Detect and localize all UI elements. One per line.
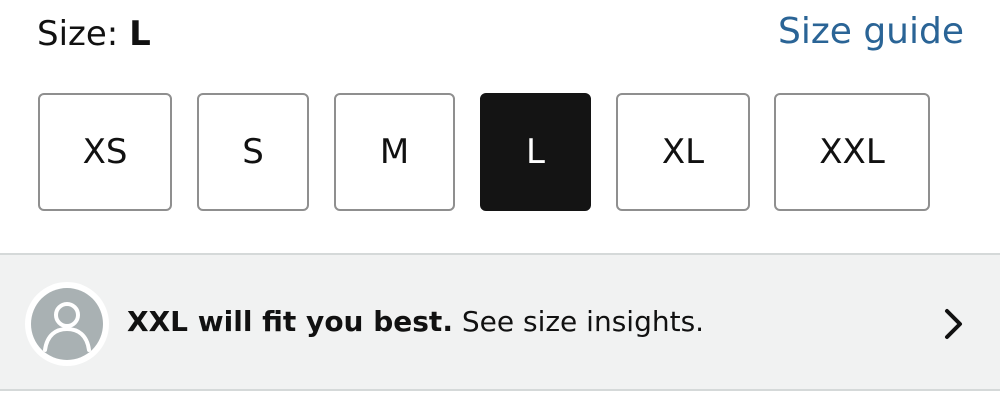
user-avatar-icon [31, 288, 103, 360]
avatar [25, 282, 109, 366]
size-option-xxl[interactable]: XXL [774, 93, 930, 211]
size-option-xs[interactable]: XS [38, 93, 172, 211]
size-guide-link[interactable]: Size guide [778, 8, 964, 56]
size-label: Size: L [37, 10, 151, 58]
chevron-right-icon[interactable] [942, 307, 966, 341]
bottom-spacer [0, 391, 1000, 410]
size-option-l[interactable]: L [480, 93, 591, 211]
size-selector: Size: L Size guide XS S M L XL XXL [0, 0, 1000, 253]
size-label-prefix: Size: [37, 14, 130, 54]
size-insights-banner[interactable]: XXL will fit you best. See size insights… [0, 253, 1000, 391]
size-option-xl[interactable]: XL [616, 93, 750, 211]
fit-recommendation: XXL will fit you best. [127, 305, 453, 338]
size-option-s[interactable]: S [197, 93, 309, 211]
selected-size-value: L [129, 14, 151, 54]
see-size-insights-link[interactable]: See size insights. [453, 305, 704, 338]
size-option-m[interactable]: M [334, 93, 455, 211]
size-insights-text: XXL will fit you best. See size insights… [127, 300, 704, 344]
